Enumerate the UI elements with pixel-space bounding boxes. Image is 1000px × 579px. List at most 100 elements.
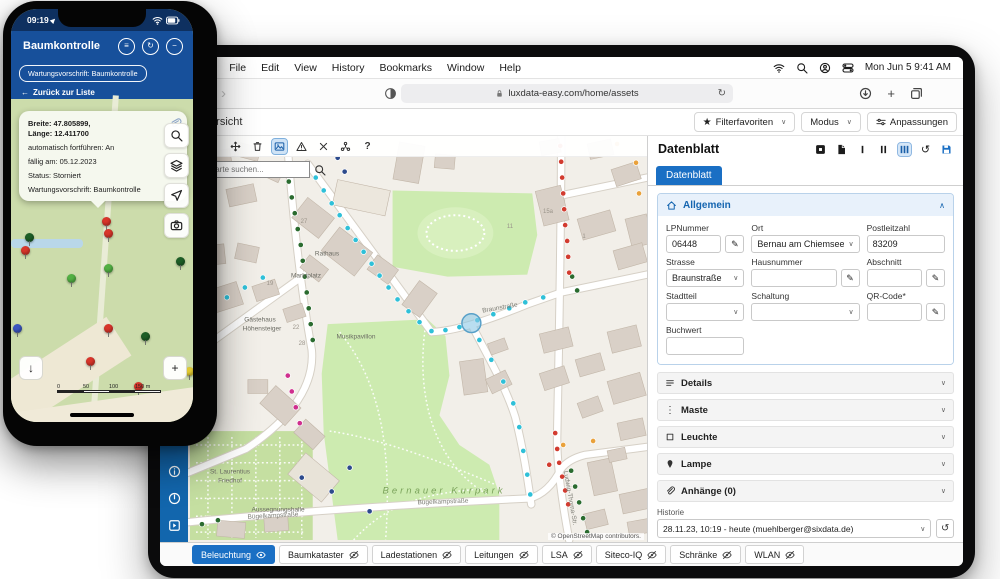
menu-help[interactable]: Help xyxy=(499,62,521,74)
map-pin-red[interactable] xyxy=(102,217,111,226)
maptool-trash-icon[interactable] xyxy=(250,139,265,154)
phone-minus-icon[interactable]: − xyxy=(166,38,183,55)
historie-select[interactable]: 28.11.23, 10:19 - heute (muehlberger@six… xyxy=(657,519,931,538)
layer-tab-lsa[interactable]: LSA xyxy=(542,545,592,564)
field-lpnummer[interactable] xyxy=(666,235,721,253)
phone-filter-circle-icon[interactable]: ≡ xyxy=(118,38,135,55)
phone-camera-button[interactable] xyxy=(164,213,189,238)
tab-overview-icon[interactable] xyxy=(910,87,923,100)
rail-info-icon[interactable] xyxy=(168,465,181,478)
map-pin-blue[interactable] xyxy=(13,324,22,333)
historie-reset-button[interactable]: ↺ xyxy=(936,519,954,538)
map-pin-green[interactable] xyxy=(104,264,113,273)
spotlight-icon[interactable] xyxy=(796,62,808,74)
maptool-move-icon[interactable] xyxy=(228,139,243,154)
downloads-icon[interactable] xyxy=(859,87,872,100)
field-hausnummer[interactable] xyxy=(751,269,836,287)
layer-tab-schr-nke[interactable]: Schränke xyxy=(670,545,741,564)
rail-panel-icon[interactable] xyxy=(168,519,181,532)
phone-search-button[interactable] xyxy=(164,123,189,148)
panel-qr-icon[interactable] xyxy=(814,143,827,156)
control-center-icon[interactable] xyxy=(842,62,854,74)
search-icon[interactable] xyxy=(314,164,326,176)
phone-map[interactable]: Breite: 47.805899,Länge: 12.411700automa… xyxy=(11,99,193,422)
field-qr-code[interactable] xyxy=(867,303,922,321)
panel-tabs: Datenblatt xyxy=(648,162,963,186)
section-leuchte[interactable]: Leuchte∨ xyxy=(657,426,954,448)
menu-file[interactable]: File xyxy=(229,62,246,74)
back-to-list-link[interactable]: ← Zurück zur Liste xyxy=(11,85,193,99)
new-tab-icon[interactable]: + xyxy=(887,87,895,100)
panel-undo-icon[interactable]: ↺ xyxy=(919,143,932,156)
button-modus[interactable]: Modus∨ xyxy=(801,112,861,132)
edit-qr-code-button[interactable]: ✎ xyxy=(926,303,945,321)
map-pin-darkgreen[interactable] xyxy=(25,233,34,242)
siri-icon[interactable] xyxy=(819,62,831,74)
field-stadtteil[interactable]: ∨ xyxy=(666,303,744,321)
field-strasse[interactable]: Braunstraße∨ xyxy=(666,269,744,287)
rail-power-icon[interactable] xyxy=(168,492,181,505)
menu-history[interactable]: History xyxy=(332,62,365,74)
maptool-warning-icon[interactable] xyxy=(294,139,309,154)
section-details[interactable]: Details∨ xyxy=(657,372,954,394)
map-pin-darkgreen[interactable] xyxy=(141,332,150,341)
edit-lpnummer-button[interactable]: ✎ xyxy=(725,235,744,253)
address-bar[interactable]: luxdata-easy.com/home/assets ↻ xyxy=(401,84,733,103)
maste-icon: ⋮ xyxy=(665,405,675,415)
selected-asset-marker[interactable] xyxy=(462,314,481,333)
section-anh-nge-0[interactable]: Anhänge (0)∨ xyxy=(657,480,954,502)
menu-edit[interactable]: Edit xyxy=(261,62,279,74)
zoom-in-button[interactable]: + xyxy=(163,356,187,380)
map-pin-darkgreen[interactable] xyxy=(176,257,185,266)
map-pin-red[interactable] xyxy=(104,229,113,238)
field-postleitzahl[interactable] xyxy=(867,235,945,253)
forward-button[interactable]: › xyxy=(221,86,226,101)
layer-tab-baumkataster[interactable]: Baumkataster xyxy=(279,545,368,564)
edit-hausnummer-button[interactable]: ✎ xyxy=(841,269,860,287)
panel-save-icon[interactable] xyxy=(940,143,953,156)
maptool-close-icon[interactable] xyxy=(316,139,331,154)
maptool-help-icon[interactable]: ? xyxy=(360,139,375,154)
home-indicator[interactable] xyxy=(70,413,134,417)
menu-bookmarks[interactable]: Bookmarks xyxy=(379,62,432,74)
panel-layout-3-icon[interactable] xyxy=(898,143,911,156)
tab-datenblatt[interactable]: Datenblatt xyxy=(656,166,722,185)
panel-layout-2-icon[interactable] xyxy=(877,143,890,156)
map-pin-green[interactable] xyxy=(67,274,76,283)
map-pin-red[interactable] xyxy=(104,324,113,333)
layer-tab-siteco-iq[interactable]: Siteco-IQ xyxy=(596,545,667,564)
button-filterfavoriten[interactable]: ★Filterfavoriten∨ xyxy=(694,112,796,132)
section-lampe[interactable]: Lampe∨ xyxy=(657,453,954,475)
layer-tab-leitungen[interactable]: Leitungen xyxy=(465,545,538,564)
field-ort[interactable]: Bernau am Chiemsee∨ xyxy=(751,235,859,253)
panel-document-icon[interactable] xyxy=(835,143,848,156)
maptool-cluster-icon[interactable] xyxy=(338,139,353,154)
field-buchwert[interactable] xyxy=(666,337,744,355)
filter-chip[interactable]: Wartungsvorschrift: Baumkontrolle xyxy=(19,65,147,82)
map-canvas[interactable] xyxy=(188,136,647,542)
maptool-image-icon[interactable] xyxy=(272,139,287,154)
layer-tab-wlan[interactable]: WLAN xyxy=(745,545,804,564)
section-maste[interactable]: ⋮Maste∨ xyxy=(657,399,954,421)
phone-layers-button[interactable] xyxy=(164,153,189,178)
map-pin-red[interactable] xyxy=(21,246,30,255)
phone-navigate-button[interactable] xyxy=(164,183,189,208)
stage: Safari FileEditViewHistoryBookmarksWindo… xyxy=(0,0,1000,579)
field-abschnitt[interactable] xyxy=(867,269,922,287)
menu-window[interactable]: Window xyxy=(447,62,484,74)
privacy-report-icon[interactable] xyxy=(384,87,397,100)
reload-icon[interactable]: ↻ xyxy=(718,88,726,99)
button-anpassungen[interactable]: Anpassungen xyxy=(867,112,957,132)
wifi-icon[interactable] xyxy=(773,62,785,74)
section-allgemein-header[interactable]: Allgemein ∧ xyxy=(658,194,953,216)
collapse-button[interactable]: ↓ xyxy=(19,356,43,380)
field-schaltung[interactable]: ∨ xyxy=(751,303,859,321)
phone-refresh-icon[interactable]: ↻ xyxy=(142,38,159,55)
layer-tab-ladestationen[interactable]: Ladestationen xyxy=(372,545,462,564)
panel-layout-1-icon[interactable] xyxy=(856,143,869,156)
layer-tab-beleuchtung[interactable]: Beleuchtung xyxy=(192,545,275,564)
menu-view[interactable]: View xyxy=(294,62,317,74)
edit-abschnitt-button[interactable]: ✎ xyxy=(926,269,945,287)
map-pin-red[interactable] xyxy=(86,357,95,366)
allgemein-fields: LPNummer✎OrtBernau am Chiemsee∨Postleitz… xyxy=(658,216,953,364)
